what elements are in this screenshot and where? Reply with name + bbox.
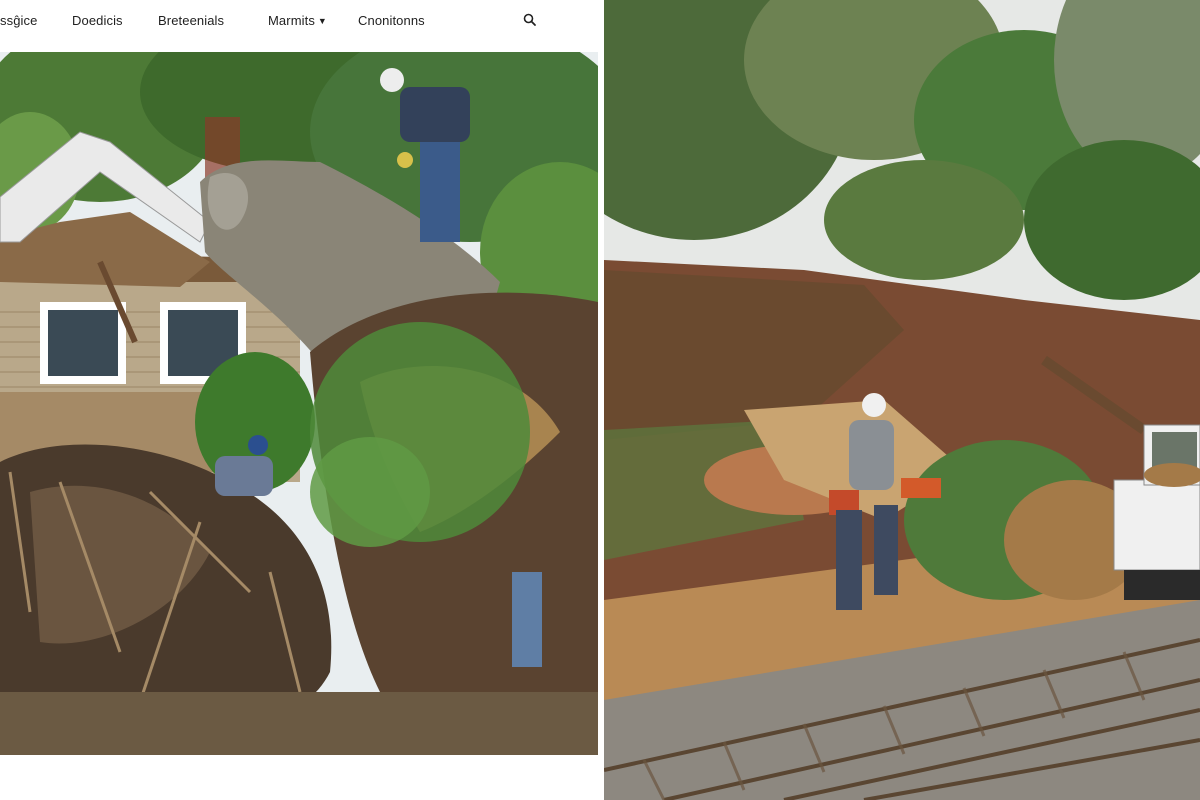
chevron-down-icon: ▼ (317, 16, 327, 26)
nav-item-3[interactable]: Breteenials (158, 13, 224, 28)
nav-item-4-label: Marmits (268, 13, 315, 28)
nav-item-1[interactable]: ssĝice (0, 13, 37, 28)
bottom-whitespace (0, 755, 602, 800)
nav-item-5[interactable]: Cnonitonns (358, 13, 425, 28)
nav-item-2[interactable]: Doedicis (72, 13, 123, 28)
left-page: ssĝice Doedicis Breteenials Marmits ▼ Cno… (0, 0, 602, 800)
top-navigation: ssĝice Doedicis Breteenials Marmits ▼ Cno… (0, 0, 602, 44)
right-page (604, 0, 1200, 800)
railway-clearing-photo (604, 0, 1200, 800)
search-icon[interactable] (522, 12, 538, 28)
fallen-tree-photo (0, 52, 598, 755)
nav-item-4[interactable]: Marmits ▼ (268, 13, 327, 28)
